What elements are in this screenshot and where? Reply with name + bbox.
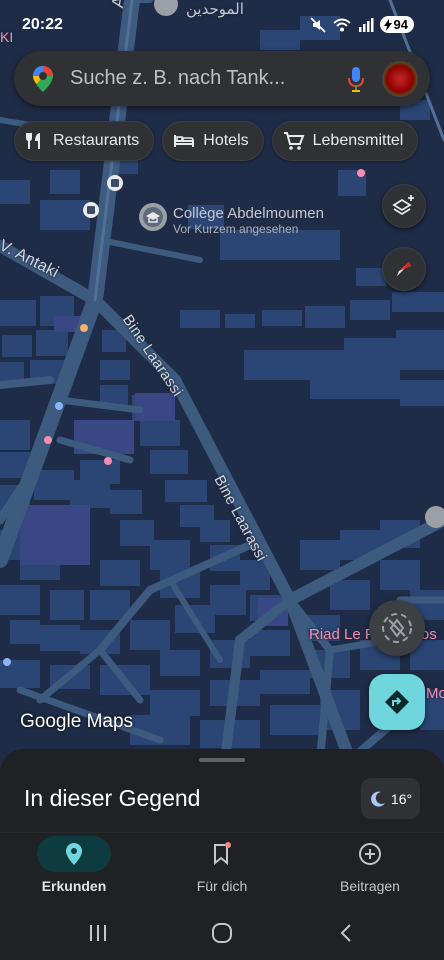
chip-label: Hotels	[203, 132, 249, 149]
add-circle-icon	[359, 843, 381, 865]
weather-chip[interactable]: 16°	[361, 778, 420, 819]
tab-beitragen[interactable]: Beitragen	[296, 833, 444, 905]
tab-icon-wrap	[185, 836, 259, 872]
status-bar: 20:22 94	[0, 0, 444, 50]
signal-icon	[358, 17, 374, 32]
category-chips: Restaurants Hotels Lebensmittel	[14, 121, 419, 161]
chip-groceries[interactable]: Lebensmittel	[271, 121, 419, 161]
shopping-cart-icon	[283, 132, 305, 150]
tab-label: Beitragen	[340, 878, 400, 894]
home-button[interactable]	[207, 918, 237, 948]
compass-icon	[397, 262, 411, 276]
chip-restaurants[interactable]: Restaurants	[14, 121, 155, 161]
poi-subtitle: Vor Kurzem angesehen	[173, 222, 299, 236]
wifi-icon	[332, 18, 351, 31]
search-bar[interactable]: Suche z. B. nach Tank...	[14, 51, 430, 106]
status-icons: 94	[309, 16, 414, 33]
back-chevron-icon	[340, 924, 351, 942]
search-input[interactable]: Suche z. B. nach Tank...	[70, 67, 344, 90]
tab-label: Für dich	[196, 878, 248, 894]
logo-maps-text: Maps	[86, 711, 134, 732]
poi-title: Collège Abdelmoumen	[173, 205, 324, 222]
tab-icon-wrap	[333, 836, 407, 872]
directions-button[interactable]	[369, 674, 425, 730]
layers-icon	[392, 195, 414, 216]
location-pin-icon	[66, 843, 82, 865]
recent-apps-icon	[90, 925, 106, 941]
back-button[interactable]	[331, 918, 361, 948]
chip-label: Lebensmittel	[312, 132, 404, 149]
fork-knife-icon	[26, 133, 40, 149]
layers-button[interactable]	[382, 184, 426, 228]
battery-level: 94	[393, 17, 408, 32]
status-time: 20:22	[22, 16, 63, 33]
recent-apps-button[interactable]	[83, 918, 113, 948]
home-icon	[212, 923, 232, 943]
active-tab-indicator	[37, 836, 111, 872]
poi-college-abdelmoumen[interactable]: Collège Abdelmoumen Vor Kurzem angesehen	[173, 205, 324, 236]
mic-icon[interactable]	[344, 64, 368, 94]
location-disabled-icon	[382, 613, 412, 643]
tab-label: Erkunden	[41, 878, 107, 894]
bed-icon	[174, 135, 195, 147]
sheet-title: In dieser Gegend	[24, 785, 201, 811]
avatar[interactable]	[382, 60, 418, 97]
charging-bolt-icon	[383, 18, 392, 31]
edge-label: Mo	[426, 685, 444, 702]
moon-icon	[370, 791, 385, 807]
system-navigation-bar	[0, 904, 444, 960]
directions-icon	[385, 690, 409, 714]
tab-fuer-dich[interactable]: Für dich	[148, 833, 296, 905]
chip-hotels[interactable]: Hotels	[162, 121, 264, 161]
logo-google-text: Google	[20, 711, 82, 732]
battery-indicator: 94	[379, 16, 414, 33]
riad-label-text: Riad Le P	[309, 626, 375, 643]
temperature: 16°	[390, 790, 413, 807]
bottom-navigation: Erkunden Für dich Beitragen	[0, 832, 444, 904]
mute-icon	[309, 16, 326, 33]
google-maps-logo: Google Maps	[20, 711, 133, 733]
bookmark-icon	[214, 842, 231, 866]
compass-button[interactable]	[382, 247, 426, 291]
chip-label: Restaurants	[53, 132, 140, 149]
google-maps-pin-icon	[33, 65, 53, 92]
sheet-drag-handle[interactable]	[199, 758, 245, 762]
tab-erkunden[interactable]: Erkunden	[0, 833, 148, 905]
my-location-button[interactable]	[369, 600, 425, 656]
